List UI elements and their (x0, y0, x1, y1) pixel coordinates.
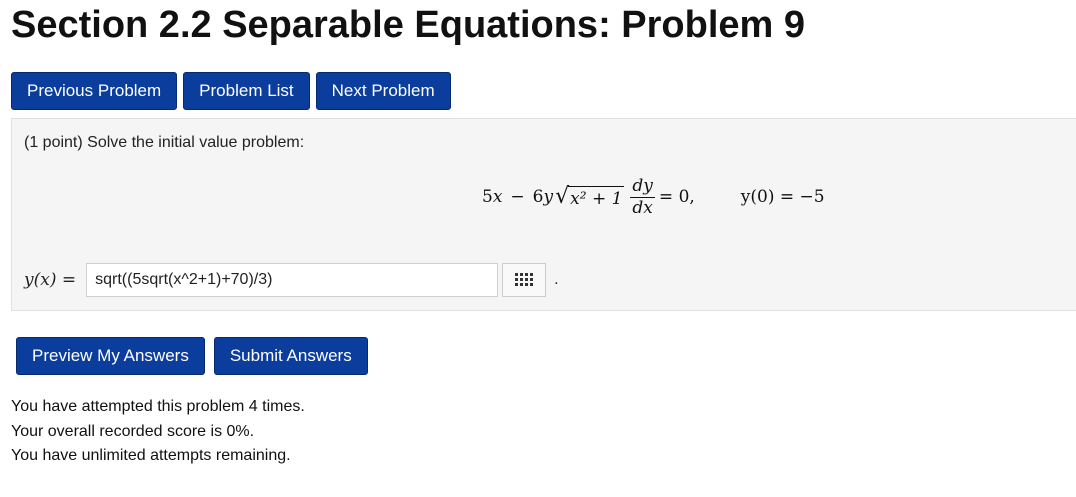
derivative-denominator: dx (632, 197, 653, 218)
radical-sign: √ (555, 183, 570, 209)
initial-condition: y(0) = −5 (740, 187, 825, 207)
preview-answers-button[interactable]: Preview My Answers (16, 337, 205, 375)
answer-input[interactable] (86, 263, 499, 297)
submit-answers-button[interactable]: Submit Answers (213, 337, 368, 375)
attempts-count-text: You have attempted this problem 4 times. (11, 398, 305, 415)
equation-editor-button[interactable] (502, 263, 547, 297)
answer-actions: Preview My Answers Submit Answers (16, 337, 368, 375)
attempt-status: You have attempted this problem 4 times.… (11, 395, 305, 469)
remaining-attempts-text: You have unlimited attempts remaining. (11, 447, 291, 464)
page-title: Section 2.2 Separable Equations: Problem… (11, 4, 806, 46)
answer-row: y(x) = . (24, 263, 559, 297)
previous-problem-button[interactable]: Previous Problem (11, 72, 178, 110)
eq-coef-5: 5 (482, 187, 493, 207)
equation: 5x − 6y √ x² + 1 dy dx = 0, y(0) = −5 (482, 167, 825, 227)
problem-prompt: (1 point) Solve the initial value proble… (24, 134, 305, 151)
grid-icon (515, 273, 534, 286)
sqrt-expression: √ x² + 1 (555, 183, 625, 209)
eq-coef-6: 6 (532, 187, 544, 207)
eq-equals-zero: = 0, (658, 187, 695, 207)
eq-var-x: x (492, 187, 503, 207)
radicand: x² + 1 (568, 185, 625, 209)
eq-var-y: y (543, 187, 554, 207)
derivative-fraction: dy dx (630, 176, 655, 218)
derivative-numerator: dy (630, 176, 655, 198)
problem-nav: Previous Problem Problem List Next Probl… (11, 72, 451, 110)
answer-label: y(x) = (24, 270, 77, 290)
answer-suffix: . (554, 271, 559, 288)
problem-list-button[interactable]: Problem List (183, 72, 310, 110)
eq-minus: − (510, 187, 525, 207)
next-problem-button[interactable]: Next Problem (315, 72, 451, 110)
problem-panel: (1 point) Solve the initial value proble… (11, 118, 1076, 311)
recorded-score-text: Your overall recorded score is 0%. (11, 422, 255, 440)
